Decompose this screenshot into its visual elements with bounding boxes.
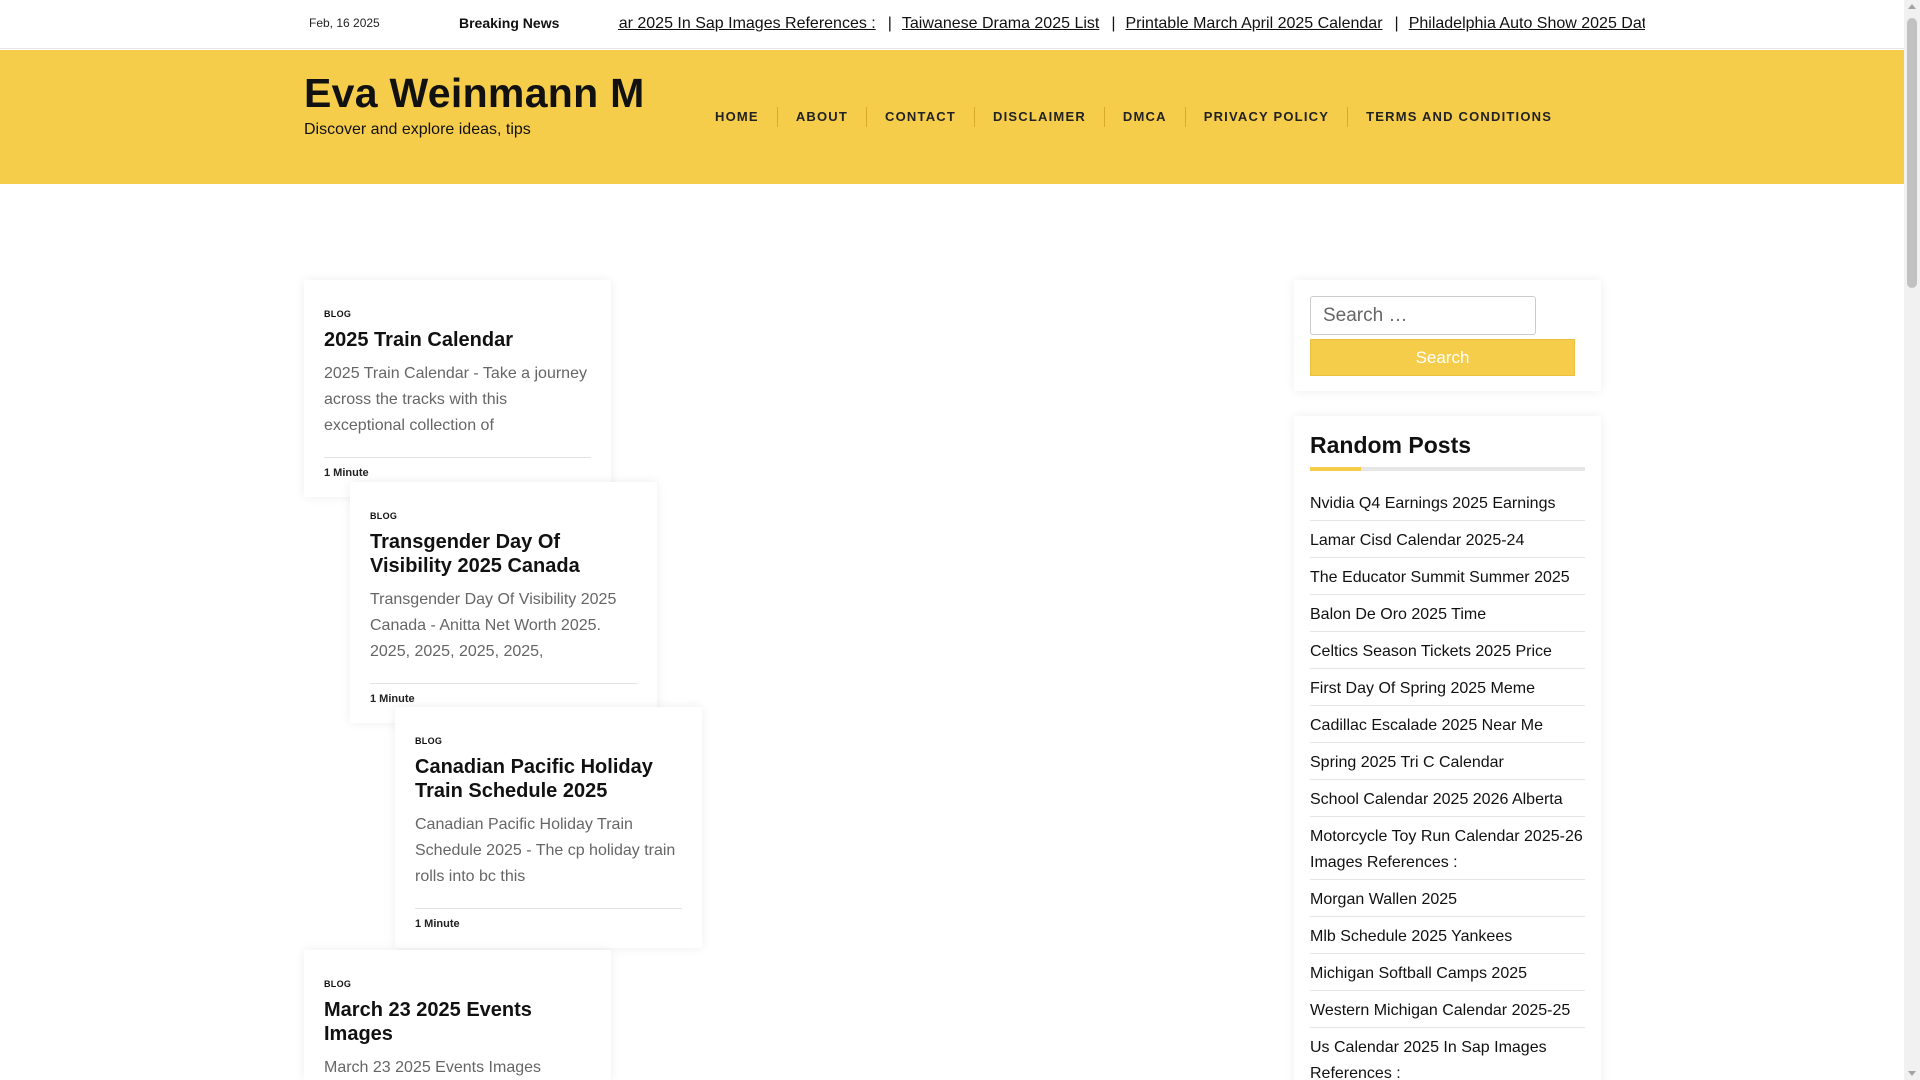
post-title[interactable]: Transgender Day Of Visibility 2025 Canad… [370, 530, 637, 578]
post-excerpt: March 23 2025 Events Images [324, 1059, 542, 1076]
post-card: BLOG 2025 Train Calendar 2025 Train Cale… [304, 280, 611, 497]
ticker-link[interactable]: Us Calendar 2025 In Sap Images Reference… [618, 15, 876, 32]
random-post-link[interactable]: Spring 2025 Tri C Calendar [1310, 748, 1585, 780]
site-title[interactable]: Eva Weinmann M [304, 70, 645, 117]
post-category[interactable]: BLOG [324, 309, 591, 319]
random-post-link[interactable]: Motorcycle Toy Run Calendar 2025-26 Imag… [1310, 822, 1585, 880]
ticker-link[interactable]: Philadelphia Auto Show 2025 Dates [1409, 15, 1645, 32]
post-category[interactable]: BLOG [415, 736, 682, 746]
random-post-link[interactable]: First Day Of Spring 2025 Meme [1310, 674, 1585, 706]
random-post-link[interactable]: Cadillac Escalade 2025 Near Me [1310, 711, 1585, 743]
random-post-link[interactable]: Western Michigan Calendar 2025-25 [1310, 996, 1585, 1028]
post-excerpt: Transgender Day Of Visibility 2025 Canad… [370, 591, 617, 660]
search-input[interactable] [1310, 296, 1536, 335]
random-posts-list: Nvidia Q4 Earnings 2025 Earnings Lamar C… [1310, 489, 1585, 1080]
random-post-link[interactable]: Celtics Season Tickets 2025 Price [1310, 637, 1585, 669]
search-widget: Search [1294, 280, 1601, 391]
nav-item-contact[interactable]: CONTACT [866, 107, 974, 127]
scrollbar-thumb[interactable] [1907, 18, 1917, 288]
widget-title-underline [1310, 467, 1585, 471]
random-post-link[interactable]: The Educator Summit Summer 2025 [1310, 563, 1585, 595]
search-button[interactable]: Search [1310, 339, 1575, 376]
ticker-separator: | [1394, 15, 1399, 32]
post-excerpt: Canadian Pacific Holiday Train Schedule … [415, 816, 676, 885]
post-category[interactable]: BLOG [370, 511, 637, 521]
news-ticker: Us Calendar 2025 In Sap Images Reference… [618, 13, 1645, 37]
scroll-down-arrow-icon[interactable] [1908, 1071, 1916, 1076]
nav-item-privacy-policy[interactable]: PRIVACY POLICY [1184, 107, 1347, 127]
post-category[interactable]: BLOG [324, 979, 591, 989]
random-post-link[interactable]: Michigan Softball Camps 2025 [1310, 959, 1585, 991]
random-post-link[interactable]: School Calendar 2025 2026 Alberta [1310, 785, 1585, 817]
ticker-track: Us Calendar 2025 In Sap Images Reference… [618, 15, 1645, 33]
post-excerpt: 2025 Train Calendar - Take a journey acr… [324, 365, 587, 434]
post-card: BLOG Canadian Pacific Holiday Train Sche… [395, 707, 702, 948]
nav-item-disclaimer[interactable]: DISCLAIMER [974, 107, 1104, 127]
post-title[interactable]: Canadian Pacific Holiday Train Schedule … [415, 755, 682, 803]
ticker-separator: | [887, 15, 892, 32]
post-title[interactable]: March 23 2025 Events Images [324, 998, 591, 1046]
random-post-link[interactable]: Balon De Oro 2025 Time [1310, 600, 1585, 632]
page-scrollbar[interactable] [1904, 0, 1920, 1080]
ticker-link[interactable]: Printable March April 2025 Calendar [1126, 15, 1383, 32]
post-card: BLOG Transgender Day Of Visibility 2025 … [350, 482, 657, 723]
random-posts-widget: Random Posts Nvidia Q4 Earnings 2025 Ear… [1294, 416, 1601, 1080]
nav-item-home[interactable]: HOME [697, 107, 777, 127]
random-post-link[interactable]: Lamar Cisd Calendar 2025-24 [1310, 526, 1585, 558]
site-tagline: Discover and explore ideas, tips [304, 121, 531, 138]
scroll-up-arrow-icon[interactable] [1908, 4, 1916, 9]
random-post-link[interactable]: Mlb Schedule 2025 Yankees [1310, 922, 1585, 954]
ticker-link[interactable]: Taiwanese Drama 2025 List [902, 15, 1099, 32]
current-date: Feb, 16 2025 [309, 16, 380, 30]
site-header: Eva Weinmann M Discover and explore idea… [0, 50, 1904, 184]
nav-item-terms[interactable]: TERMS AND CONDITIONS [1347, 107, 1570, 127]
nav-item-dmca[interactable]: DMCA [1103, 107, 1185, 127]
random-post-link[interactable]: Nvidia Q4 Earnings 2025 Earnings [1310, 489, 1585, 521]
breaking-news-label: Breaking News [459, 15, 560, 31]
top-bar: Feb, 16 2025 Breaking News Us Calendar 2… [0, 0, 1904, 49]
random-post-link[interactable]: Morgan Wallen 2025 [1310, 885, 1585, 917]
main-nav: HOME ABOUT CONTACT DISCLAIMER DMCA PRIVA… [697, 107, 1570, 127]
post-title[interactable]: 2025 Train Calendar [324, 328, 591, 352]
post-card: BLOG March 23 2025 Events Images March 2… [304, 950, 611, 1080]
nav-item-about[interactable]: ABOUT [776, 107, 866, 127]
random-post-link[interactable]: Us Calendar 2025 In Sap Images Reference… [1310, 1033, 1585, 1080]
post-reading-time: 1 Minute [415, 908, 682, 948]
widget-title: Random Posts [1310, 432, 1472, 458]
ticker-separator: | [1111, 15, 1116, 32]
